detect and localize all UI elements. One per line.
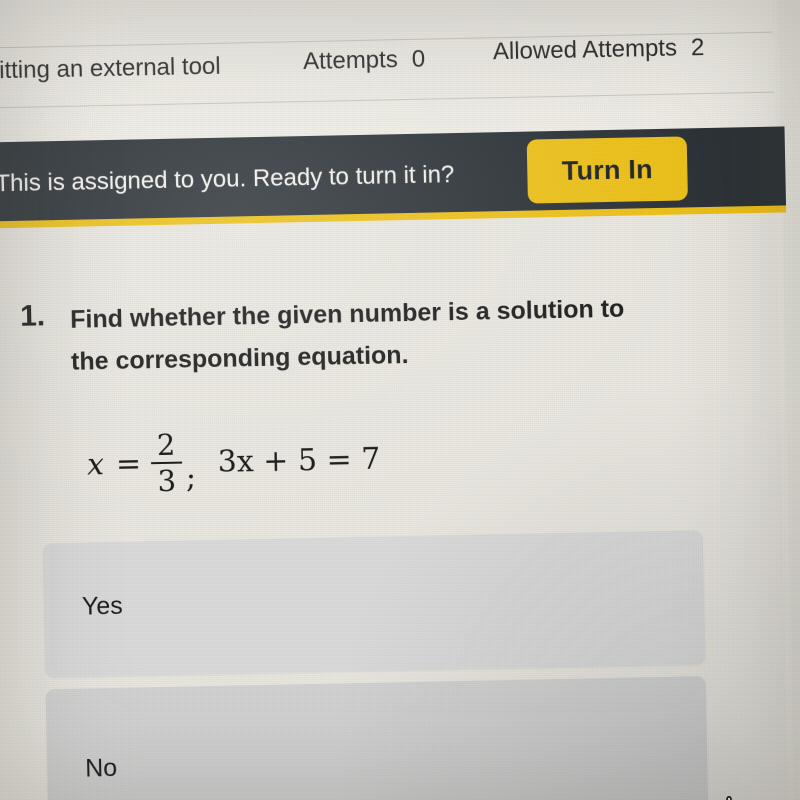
assigned-banner-message: This is assigned to you. Ready to turn i… <box>0 161 455 198</box>
equation-expression: 3x + 5 = 7 <box>217 441 381 480</box>
question-number: 1. <box>19 299 46 333</box>
fraction-denominator: 3 <box>157 463 177 499</box>
answer-option-no[interactable]: No <box>45 676 709 800</box>
question-prompt: Find whether the given number is a solut… <box>69 294 625 376</box>
turn-in-button[interactable]: Turn In <box>526 136 688 204</box>
answer-option-yes[interactable]: Yes <box>42 530 706 678</box>
question-equation: x = 2 3 ; 3x + 5 = 7 <box>86 426 381 499</box>
answer-option-label: No <box>84 753 118 783</box>
browser-page: Eq mitting an external tool Attempts0 Al… <box>0 0 800 800</box>
fraction-numerator: 2 <box>156 427 176 463</box>
equation-fraction: 2 3 <box>150 427 182 499</box>
attempts-meta: Attempts 0 <box>303 46 426 76</box>
photo-of-screen: Eq mitting an external tool Attempts0 Al… <box>0 0 800 800</box>
equation-equals-sign: = <box>115 446 142 482</box>
submission-type-value: mitting an external tool <box>0 52 221 85</box>
answer-option-label: Yes <box>81 591 124 621</box>
allowed-attempts-value: 2 <box>690 34 705 62</box>
equation-separator: ; <box>185 460 197 496</box>
allowed-attempts-label: Allowed Attempts <box>492 34 678 66</box>
equation-variable: x <box>86 446 105 483</box>
assignment-meta-row: mitting an external tool Attempts 0 Allow… <box>0 34 774 101</box>
attempts-label: Attempts <box>302 46 399 76</box>
allowed-attempts-meta: Allowed Attempts 2 <box>493 34 705 66</box>
question-body: 1. Find whether the given number is a so… <box>0 212 789 800</box>
submission-type-meta: mitting an external tool <box>0 53 221 86</box>
assignment-header: Eq mitting an external tool Attempts0 Al… <box>0 0 775 144</box>
attempts-value: 0 <box>411 45 426 73</box>
